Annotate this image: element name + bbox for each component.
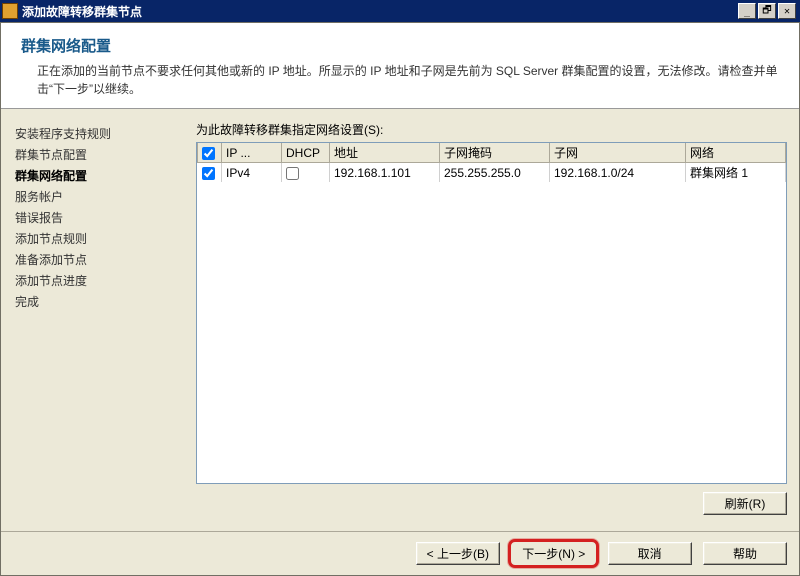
col-header-net[interactable]: 网络 xyxy=(686,143,786,163)
sidebar-item[interactable]: 准备添加节点 xyxy=(15,249,196,270)
refresh-row: 刷新(R) xyxy=(196,492,787,515)
wizard-steps-sidebar: 安装程序支持规则群集节点配置群集网络配置服务帐户错误报告添加节点规则准备添加节点… xyxy=(1,109,196,525)
sidebar-item[interactable]: 错误报告 xyxy=(15,207,196,228)
sidebar-item[interactable]: 添加节点进度 xyxy=(15,270,196,291)
wizard-header: 群集网络配置 正在添加的当前节点不要求任何其他或新的 IP 地址。所显示的 IP… xyxy=(1,23,799,109)
table-row[interactable]: IPv4 192.168.1.101255.255.255.0192.168.1.… xyxy=(198,163,786,183)
sidebar-item[interactable]: 添加节点规则 xyxy=(15,228,196,249)
col-header-subnet[interactable]: 子网 xyxy=(550,143,686,163)
close-button[interactable]: ✕ xyxy=(778,3,796,19)
cell-network: 群集网络 1 xyxy=(686,163,786,183)
col-header-ip[interactable]: IP ... xyxy=(222,143,282,163)
row-select-checkbox[interactable] xyxy=(202,167,215,180)
window-controls: _ 🗗 ✕ xyxy=(738,3,796,19)
minimize-button[interactable]: _ xyxy=(738,3,756,19)
wizard-footer: < 上一步(B) 下一步(N) > 取消 帮助 xyxy=(1,532,799,575)
network-table-container: IP ... DHCP 地址 子网掩码 子网 网络 IPv4 192.168.1.… xyxy=(196,142,787,484)
table-header-row: IP ... DHCP 地址 子网掩码 子网 网络 xyxy=(198,143,786,163)
cell-subnet: 192.168.1.0/24 xyxy=(550,163,686,183)
cell-ip-type: IPv4 xyxy=(222,163,282,183)
page-description: 正在添加的当前节点不要求任何其他或新的 IP 地址。所显示的 IP 地址和子网是… xyxy=(21,62,779,98)
next-button[interactable]: 下一步(N) > xyxy=(511,542,596,565)
title-bar: 添加故障转移群集节点 _ 🗗 ✕ xyxy=(0,0,800,22)
row-dhcp-checkbox[interactable] xyxy=(286,167,299,180)
sidebar-item[interactable]: 群集节点配置 xyxy=(15,144,196,165)
table-caption: 为此故障转移群集指定网络设置(S): xyxy=(196,121,787,138)
page-title: 群集网络配置 xyxy=(21,35,779,56)
app-icon xyxy=(2,3,18,19)
maximize-button[interactable]: 🗗 xyxy=(758,3,776,19)
cancel-button[interactable]: 取消 xyxy=(608,542,692,565)
sidebar-item[interactable]: 群集网络配置 xyxy=(15,165,196,186)
col-header-select[interactable] xyxy=(198,143,222,163)
help-button[interactable]: 帮助 xyxy=(703,542,787,565)
sidebar-item[interactable]: 安装程序支持规则 xyxy=(15,123,196,144)
cell-address: 192.168.1.101 xyxy=(330,163,440,183)
select-all-checkbox[interactable] xyxy=(202,147,215,160)
client-area: 群集网络配置 正在添加的当前节点不要求任何其他或新的 IP 地址。所显示的 IP… xyxy=(0,22,800,576)
sidebar-item[interactable]: 服务帐户 xyxy=(15,186,196,207)
network-table: IP ... DHCP 地址 子网掩码 子网 网络 IPv4 192.168.1.… xyxy=(197,143,786,182)
col-header-addr[interactable]: 地址 xyxy=(330,143,440,163)
main-panel: 为此故障转移群集指定网络设置(S): IP ... DHCP 地址 子网掩码 xyxy=(196,109,799,525)
sidebar-item[interactable]: 完成 xyxy=(15,291,196,312)
back-button[interactable]: < 上一步(B) xyxy=(416,542,500,565)
col-header-dhcp[interactable]: DHCP xyxy=(282,143,330,163)
wizard-body: 安装程序支持规则群集节点配置群集网络配置服务帐户错误报告添加节点规则准备添加节点… xyxy=(1,109,799,525)
col-header-mask[interactable]: 子网掩码 xyxy=(440,143,550,163)
refresh-button[interactable]: 刷新(R) xyxy=(703,492,787,515)
window-title: 添加故障转移群集节点 xyxy=(22,3,738,20)
cell-mask: 255.255.255.0 xyxy=(440,163,550,183)
